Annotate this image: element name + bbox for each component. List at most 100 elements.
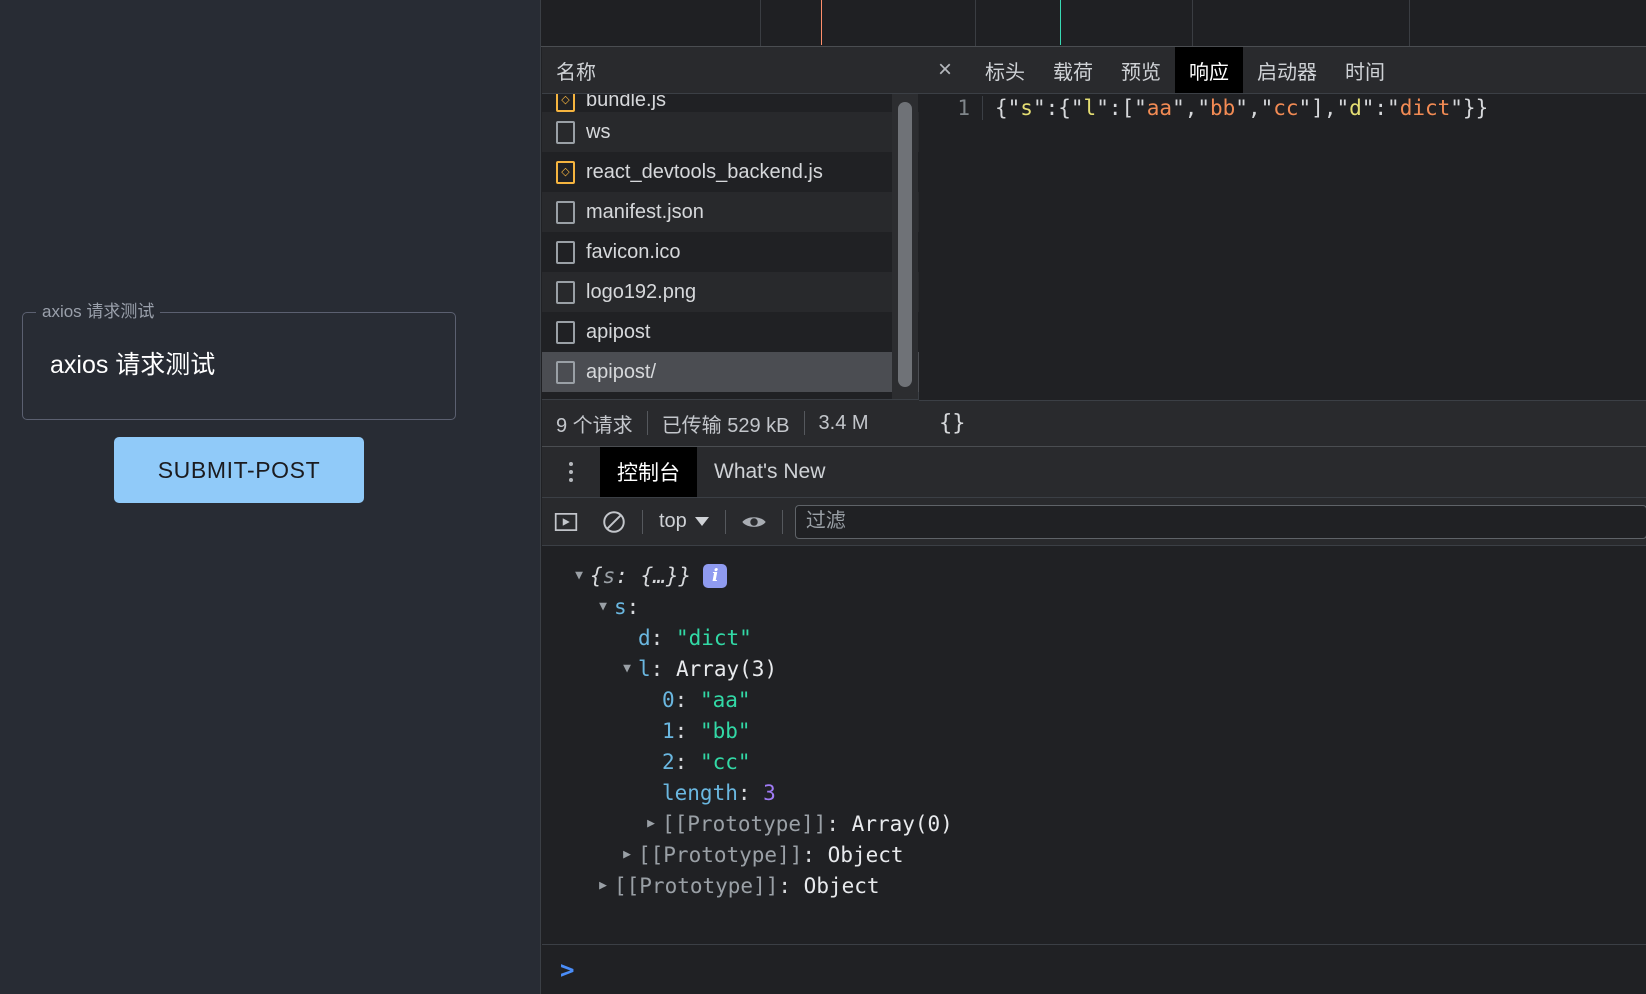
- property-key: 0: [662, 687, 675, 712]
- disclosure-open-icon[interactable]: ▼: [568, 568, 590, 583]
- column-header-name[interactable]: 名称: [556, 56, 596, 85]
- detail-tab-标头[interactable]: 标头: [971, 47, 1039, 93]
- object-preview: {s: {…}}: [590, 563, 692, 588]
- detail-tab-载荷[interactable]: 载荷: [1039, 47, 1107, 93]
- toolbar-divider: [642, 509, 643, 534]
- console-tree-row[interactable]: ▼ l: Array(3): [542, 653, 1646, 684]
- property-key: 1: [662, 718, 675, 743]
- json-token: s: [1020, 96, 1033, 120]
- prototype-key: [[Prototype]]: [662, 811, 827, 836]
- detail-tab-响应[interactable]: 响应: [1175, 47, 1243, 93]
- key-colon: :: [778, 873, 804, 898]
- generic-file-icon: [556, 280, 575, 304]
- console-toolbar: top: [542, 498, 1646, 546]
- key-colon: :: [826, 811, 852, 836]
- key-colon: :: [802, 842, 828, 867]
- json-token: cc: [1273, 96, 1299, 120]
- drawer-tabbar: 控制台 What's New: [542, 447, 1646, 498]
- prototype-key: [[Prototype]]: [614, 873, 779, 898]
- json-token: "],": [1298, 96, 1350, 120]
- devtools-panel: 名称 ◇ bundle.js ws ◇ react_devtools_backend.j…: [540, 0, 1646, 994]
- network-request-row[interactable]: ◇ bundle.js: [542, 94, 919, 112]
- console-tree-row[interactable]: ▼ s:: [542, 591, 1646, 622]
- close-icon[interactable]: ×: [919, 47, 971, 93]
- network-request-row[interactable]: ◇ react_devtools_backend.js: [542, 152, 919, 192]
- response-code-line: 1 {"s":{"l":["aa","bb","cc"],"d":"dict"}…: [919, 94, 1646, 124]
- console-tree-row[interactable]: ▶ [[Prototype]]: Object: [542, 839, 1646, 870]
- console-prompt-row[interactable]: >: [542, 944, 1646, 994]
- json-token: ",": [1235, 96, 1274, 120]
- info-badge-icon[interactable]: i: [703, 563, 728, 588]
- console-filter-input[interactable]: [794, 504, 1646, 539]
- fieldset-legend: axios 请求测试: [36, 302, 161, 322]
- property-key: 2: [662, 749, 675, 774]
- disclosure-closed-icon[interactable]: ▶: [616, 847, 638, 862]
- web-page-content: axios 请求测试 axios 请求测试 SUBMIT-POST: [0, 0, 540, 994]
- drawer-tab-whatsnew[interactable]: What's New: [697, 447, 842, 497]
- network-request-list-pane: 名称 ◇ bundle.js ws ◇ react_devtools_backend.j…: [542, 47, 919, 399]
- generic-file-icon: [556, 120, 575, 144]
- network-request-row[interactable]: manifest.json: [542, 192, 919, 232]
- console-tree-row[interactable]: 0: "aa": [542, 684, 1646, 715]
- property-value: "dict": [675, 625, 752, 650]
- generic-file-icon: [556, 240, 575, 264]
- submit-post-button[interactable]: SUBMIT-POST: [114, 437, 364, 503]
- pretty-print-button[interactable]: {}: [939, 411, 966, 436]
- json-token: ":": [1361, 96, 1400, 120]
- js-file-icon: ◇: [556, 160, 575, 184]
- property-value: Array(0): [851, 811, 953, 836]
- network-request-name: apipost/: [586, 360, 657, 383]
- property-key: d: [638, 625, 651, 650]
- disclosure-closed-icon[interactable]: ▶: [592, 878, 614, 893]
- console-output[interactable]: ▼ {s: {…}} i ▼ s: d: "dict" ▼ l: Array(3) 0: "aa…: [542, 546, 1646, 944]
- console-tree-row[interactable]: length: 3: [542, 777, 1646, 808]
- disclosure-closed-icon[interactable]: ▶: [640, 816, 662, 831]
- network-request-name: manifest.json: [586, 200, 704, 223]
- detail-tab-时间[interactable]: 时间: [1331, 47, 1399, 93]
- console-tree-row[interactable]: ▼ {s: {…}} i: [542, 560, 1646, 591]
- console-tree-row[interactable]: 2: "cc": [542, 746, 1646, 777]
- key-colon: :: [626, 594, 640, 619]
- more-options-icon[interactable]: [542, 447, 600, 497]
- clear-console-icon[interactable]: [590, 498, 638, 546]
- network-request-name: react_devtools_backend.js: [586, 160, 823, 183]
- scrollbar-thumb[interactable]: [898, 102, 912, 387]
- generic-file-icon: [556, 200, 575, 224]
- property-value: 3: [763, 780, 776, 805]
- network-list-scrollbar[interactable]: [892, 94, 918, 399]
- js-file-icon: ◇: [556, 94, 575, 112]
- json-token: "}}: [1450, 96, 1489, 120]
- property-key: l: [638, 656, 651, 681]
- json-token: {": [995, 96, 1021, 120]
- overview-gridlines: [541, 0, 1646, 46]
- toolbar-divider: [724, 509, 726, 534]
- key-colon: :: [674, 749, 700, 774]
- network-request-row[interactable]: favicon.ico: [542, 232, 919, 272]
- live-expression-eye-icon[interactable]: [730, 498, 778, 546]
- network-request-row[interactable]: logo192.png: [542, 272, 919, 312]
- execution-context-selector[interactable]: top: [647, 510, 721, 533]
- network-request-row[interactable]: ws: [542, 112, 919, 152]
- drawer-tab-控制台[interactable]: 控制台: [600, 447, 697, 497]
- detail-tab-启动器[interactable]: 启动器: [1243, 47, 1331, 93]
- key-colon: :: [650, 656, 676, 681]
- json-token: bb: [1210, 96, 1236, 120]
- status-transferred: 已传输 529 kB: [661, 414, 790, 437]
- console-tree-row[interactable]: d: "dict": [542, 622, 1646, 653]
- console-tree-row[interactable]: 1: "bb": [542, 715, 1646, 746]
- disclosure-open-icon[interactable]: ▼: [616, 661, 638, 676]
- network-request-list[interactable]: ◇ bundle.js ws ◇ react_devtools_backend.js ma…: [542, 94, 919, 399]
- disclosure-open-icon[interactable]: ▼: [592, 599, 614, 614]
- response-body-viewer[interactable]: 1 {"s":{"l":["aa","bb","cc"],"d":"dict"}…: [919, 94, 1646, 400]
- console-tree-row[interactable]: ▶ [[Prototype]]: Array(0): [542, 808, 1646, 839]
- load-event-marker: [1060, 0, 1061, 45]
- detail-tab-预览[interactable]: 预览: [1107, 47, 1175, 93]
- execution-context-play-icon[interactable]: [542, 498, 590, 546]
- toolbar-divider: [781, 509, 783, 534]
- network-request-row[interactable]: apipost/: [542, 352, 919, 392]
- property-value: Object: [827, 842, 904, 867]
- request-detail-tabbar: × 标头 载荷 预览 响应 启动器 时间: [919, 47, 1646, 94]
- network-request-row[interactable]: apipost: [542, 312, 919, 352]
- network-overview-timeline[interactable]: [541, 0, 1646, 47]
- console-tree-row[interactable]: ▶ [[Prototype]]: Object: [542, 870, 1646, 901]
